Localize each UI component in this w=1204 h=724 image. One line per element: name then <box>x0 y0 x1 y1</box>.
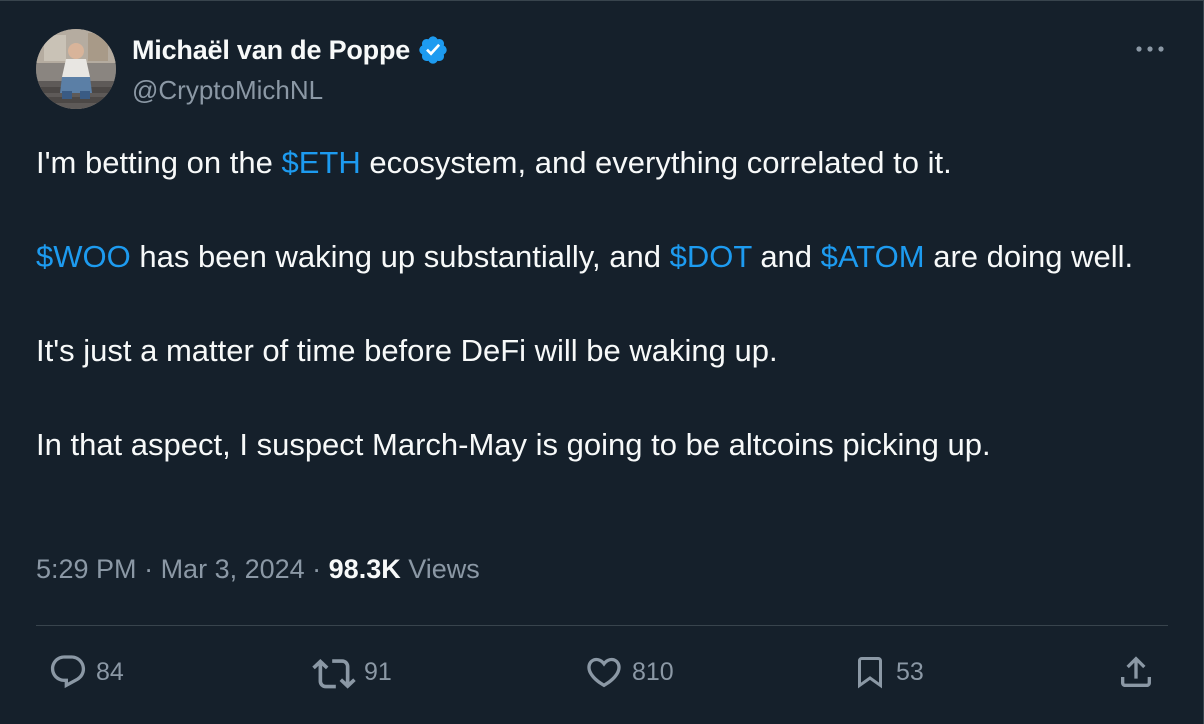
author-display-name[interactable]: Michaël van de Poppe <box>132 35 410 66</box>
reply-button[interactable]: 84 <box>48 647 124 697</box>
author-name-row: Michaël van de Poppe <box>132 33 449 67</box>
cashtag-link[interactable]: $WOO <box>36 239 131 274</box>
bookmark-button[interactable]: 53 <box>852 647 924 697</box>
tweet-time[interactable]: 5:29 PM <box>36 554 137 584</box>
avatar[interactable] <box>36 29 116 109</box>
tweet-paragraph: I'm betting on the $ETH ecosystem, and e… <box>36 139 1156 186</box>
repost-button[interactable]: 91 <box>312 647 392 697</box>
action-bar: 84 91 810 53 <box>0 647 1204 697</box>
bookmark-icon <box>858 657 882 689</box>
like-count: 810 <box>632 657 674 686</box>
tweet-text-run: are doing well. <box>924 239 1134 274</box>
tweet-date[interactable]: Mar 3, 2024 <box>161 554 305 584</box>
reply-bubble-icon <box>50 655 86 689</box>
tweet-paragraph: It's just a matter of time before DeFi w… <box>36 327 1156 374</box>
cashtag-link[interactable]: $ETH <box>281 145 360 180</box>
tweet-paragraph: In that aspect, I suspect March-May is g… <box>36 421 1156 468</box>
verified-badge-icon[interactable] <box>417 34 449 66</box>
tweet-text-run: It's just a matter of time before DeFi w… <box>36 333 778 368</box>
share-button[interactable] <box>1116 647 1156 697</box>
tweet-text-run: ecosystem, and everything correlated to … <box>360 145 952 180</box>
heart-icon <box>587 657 621 688</box>
divider <box>36 625 1168 626</box>
tweet-card: Michaël van de Poppe @CryptoMichNL I'm b… <box>0 0 1204 724</box>
avatar-photo <box>36 29 116 109</box>
tweet-text: I'm betting on the $ETH ecosystem, and e… <box>36 139 1156 468</box>
bookmark-count: 53 <box>896 657 924 686</box>
cashtag-link[interactable]: $DOT <box>670 239 752 274</box>
share-upload-icon <box>1121 656 1151 687</box>
more-dots-icon[interactable] <box>1130 37 1170 61</box>
tweet-paragraph: $WOO has been waking up substantially, a… <box>36 233 1156 280</box>
repost-count: 91 <box>364 657 392 686</box>
reply-count: 84 <box>96 657 124 686</box>
author-handle[interactable]: @CryptoMichNL <box>132 75 323 106</box>
tweet-text-run: In that aspect, I suspect March-May is g… <box>36 427 991 462</box>
views-label: Views <box>400 554 480 584</box>
repost-arrows-icon <box>312 659 356 689</box>
meta-separator: · <box>136 554 161 584</box>
tweet-text-run: and <box>751 239 821 274</box>
like-button[interactable]: 810 <box>584 647 674 697</box>
meta-separator: · <box>304 554 329 584</box>
cashtag-link[interactable]: $ATOM <box>821 239 925 274</box>
tweet-text-run: has been waking up substantially, and <box>130 239 670 274</box>
tweet-meta: 5:29 PM · Mar 3, 2024 · 98.3K Views <box>36 554 480 585</box>
views-count: 98.3K <box>328 554 401 584</box>
tweet-text-run: I'm betting on the <box>36 145 282 180</box>
